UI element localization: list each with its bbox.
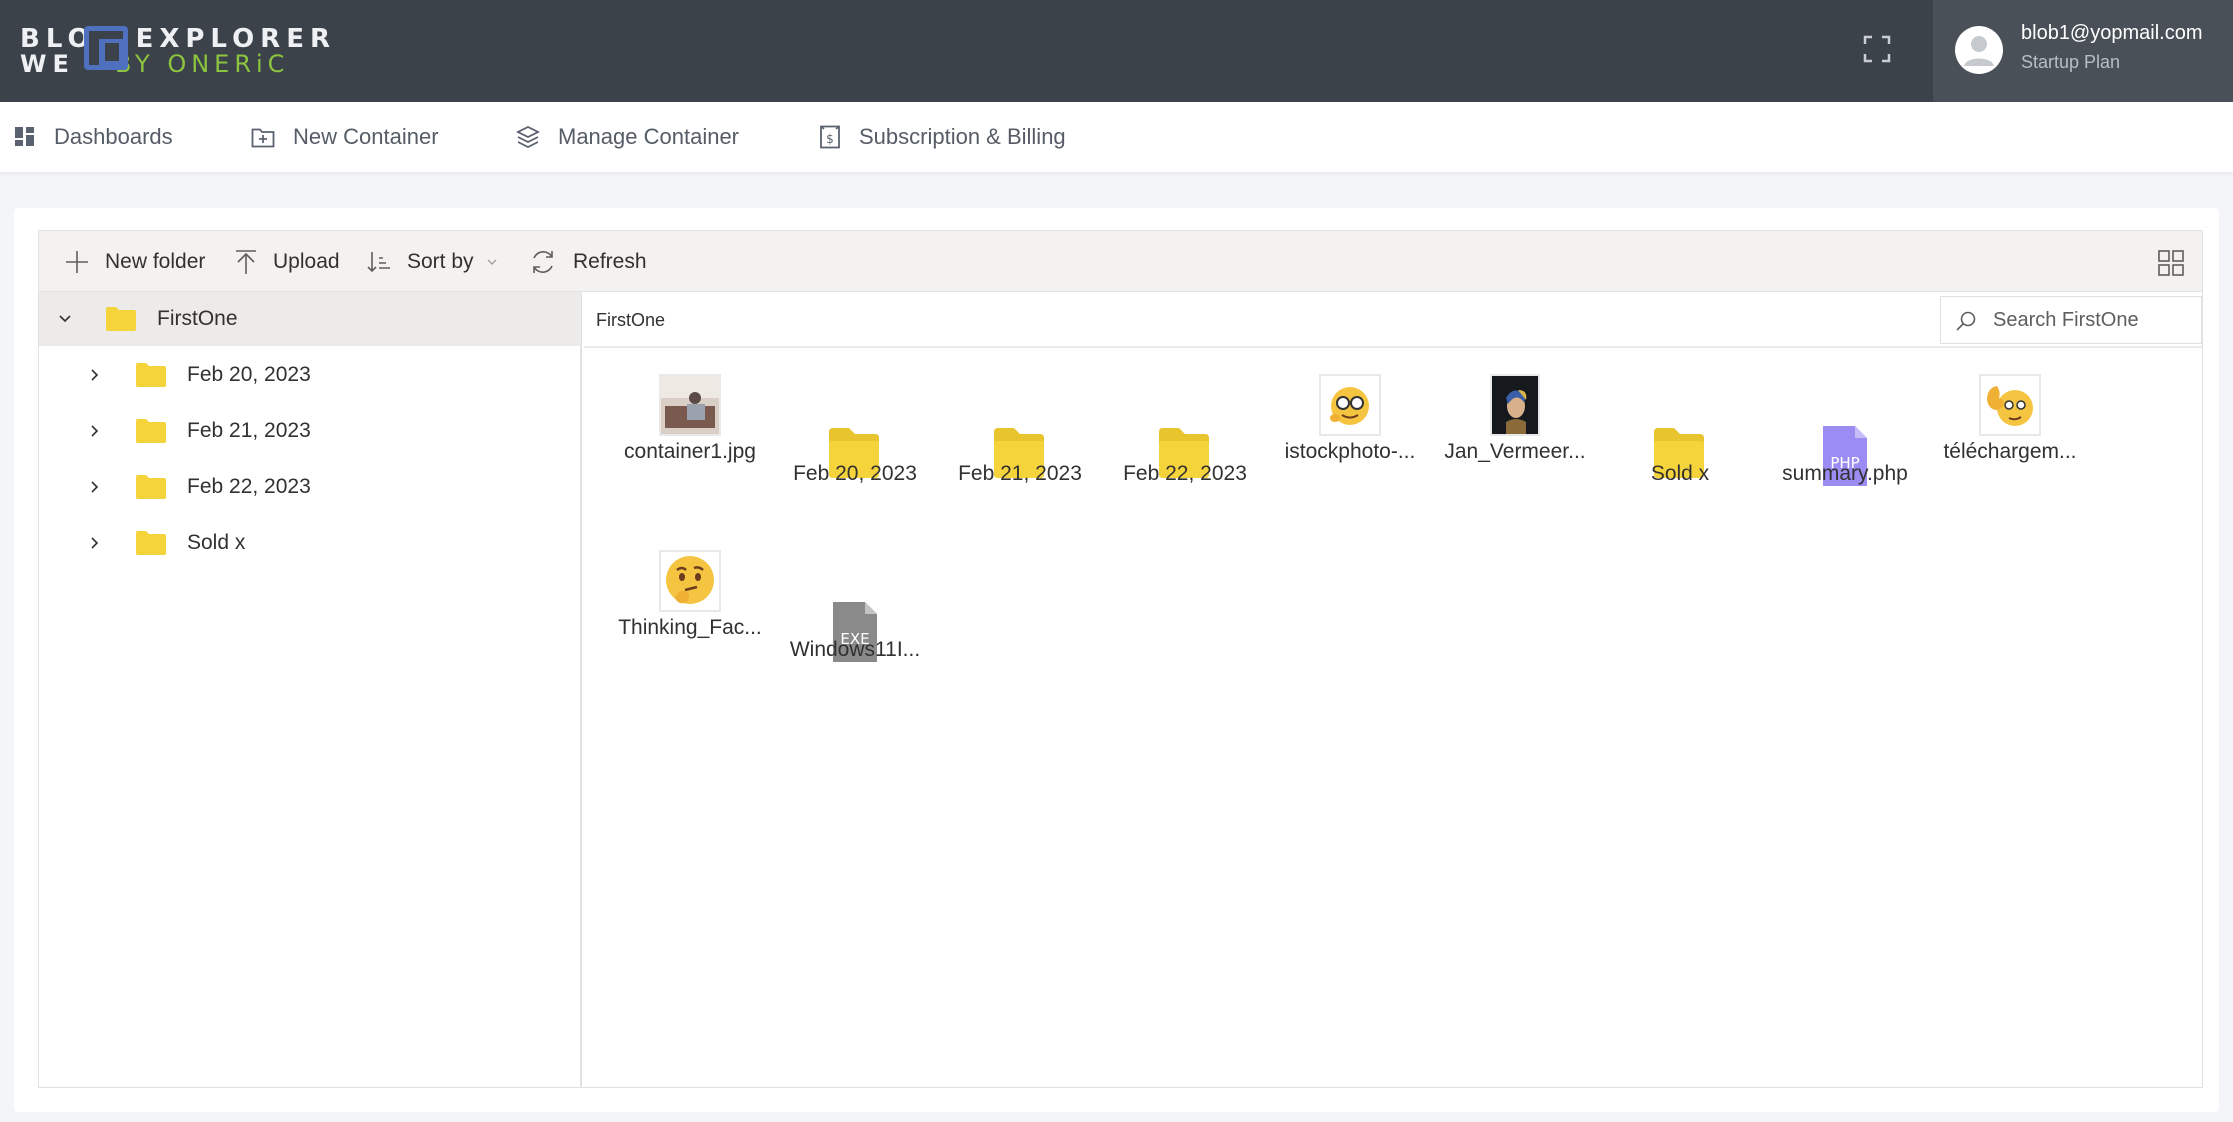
search-box[interactable]	[1940, 296, 2202, 344]
user-menu[interactable]: blob1@yopmail.com Startup Plan	[1933, 0, 2233, 102]
chevron-right-icon[interactable]	[87, 367, 103, 383]
thinking-emoji-icon	[661, 552, 719, 610]
nav-new-container[interactable]: New Container	[251, 102, 439, 172]
file-name: Feb 20, 2023	[793, 462, 917, 485]
folder-icon	[136, 363, 166, 387]
image-thumbnail	[659, 550, 721, 612]
main-nav: Dashboards New Container Manage Containe…	[0, 102, 2233, 172]
thumbs-up-emoji-icon	[1981, 376, 2039, 434]
upload-button[interactable]: Upload	[235, 231, 340, 293]
tree-node-feb-20[interactable]: Feb 20, 2023	[39, 348, 581, 402]
image-thumbnail	[1490, 374, 1540, 436]
user-plan: Startup Plan	[2021, 52, 2121, 72]
file-item-feb-20[interactable]: Feb 20, 2023	[780, 374, 930, 524]
breadcrumb-bar: FirstOne	[584, 292, 2202, 348]
plus-icon	[66, 251, 88, 273]
file-name: container1.jpg	[624, 440, 756, 463]
file-content-area: FirstOne Search FirstOne container1.jpg …	[584, 292, 2202, 1087]
tree-node-feb-22[interactable]: Feb 22, 2023	[39, 460, 581, 514]
file-item-summary-php[interactable]: PHP summary.php	[1770, 374, 1920, 524]
file-item-jan-vermeer[interactable]: Jan_Vermeer...	[1440, 374, 1590, 524]
tree-node-root[interactable]: FirstOne	[39, 292, 581, 346]
nav-manage-container[interactable]: Manage Container	[516, 102, 739, 172]
nav-dashboards[interactable]: Dashboards	[14, 102, 173, 172]
tree-node-feb-21[interactable]: Feb 21, 2023	[39, 404, 581, 458]
folder-icon	[106, 307, 136, 331]
search-input[interactable]	[1993, 297, 2193, 343]
chevron-right-icon[interactable]	[87, 535, 103, 551]
top-header: BLO EXPLORER WE BY ONERiC blob1@yopmail.co…	[0, 0, 2233, 102]
refresh-button[interactable]: Refresh	[529, 231, 647, 293]
tree-node-label: Feb 21, 2023	[187, 419, 311, 442]
tree-node-sold-x[interactable]: Sold x	[39, 516, 581, 570]
fullscreen-icon[interactable]	[1862, 34, 1892, 64]
file-name: Windows11I...	[789, 638, 921, 661]
file-item-feb-21[interactable]: Feb 21, 2023	[945, 374, 1095, 524]
file-name: istockphoto-...	[1284, 440, 1416, 463]
add-container-icon	[251, 128, 275, 148]
painting-thumbnail-icon	[1492, 376, 1538, 434]
refresh-icon	[533, 251, 553, 273]
file-item-windows11[interactable]: EXE Windows11I...	[780, 550, 930, 700]
folder-icon	[136, 419, 166, 443]
tree-node-label: Feb 20, 2023	[187, 363, 311, 386]
dashboard-icon	[15, 127, 34, 146]
file-name: Feb 21, 2023	[958, 462, 1082, 485]
breadcrumb[interactable]: FirstOne	[596, 310, 665, 331]
file-name: Jan_Vermeer...	[1444, 440, 1586, 463]
file-toolbar: New folder Upload Sort by Refresh	[38, 230, 2203, 292]
file-item-istockphoto[interactable]: istockphoto-...	[1275, 374, 1425, 524]
sort-icon	[367, 252, 390, 273]
chevron-right-icon[interactable]	[87, 479, 103, 495]
file-name: téléchargem...	[1943, 440, 2077, 463]
upload-icon	[236, 250, 256, 274]
user-avatar-icon	[1964, 36, 1994, 66]
file-name: Feb 22, 2023	[1123, 462, 1247, 485]
file-name: Sold x	[1650, 462, 1710, 485]
file-item-thinking-face[interactable]: Thinking_Fac...	[615, 550, 765, 700]
layers-icon	[516, 125, 540, 149]
image-thumbnail	[659, 374, 721, 436]
image-thumbnail	[1979, 374, 2041, 436]
folder-icon	[136, 475, 166, 499]
file-item-feb-22[interactable]: Feb 22, 2023	[1110, 374, 1260, 524]
search-icon	[1956, 311, 1976, 331]
nav-subscription-billing[interactable]: $ Subscription & Billing	[819, 102, 1066, 172]
blob-explorer-logo[interactable]: BLO EXPLORER WE BY ONERiC	[20, 22, 330, 78]
avatar	[1955, 26, 2003, 74]
logo-mark-icon	[84, 26, 128, 70]
nerd-emoji-icon	[1321, 376, 1379, 434]
photo-thumbnail-icon	[661, 376, 719, 434]
chevron-down-icon[interactable]	[57, 311, 73, 327]
file-name: summary.php	[1782, 462, 1908, 485]
folder-tree: FirstOne Feb 20, 2023 Feb 21, 2023 Feb 2…	[39, 292, 582, 1087]
user-email: blob1@yopmail.com	[2021, 22, 2203, 44]
file-manager-panel: New folder Upload Sort by Refresh FirstO…	[14, 208, 2219, 1112]
file-item-sold-x[interactable]: Sold x	[1605, 374, 1755, 524]
chevron-right-icon[interactable]	[87, 423, 103, 439]
tree-node-label: Feb 22, 2023	[187, 475, 311, 498]
file-name: Thinking_Fac...	[618, 616, 762, 639]
file-item-telechargement[interactable]: téléchargem...	[1935, 374, 2085, 524]
file-manager-body: FirstOne Feb 20, 2023 Feb 21, 2023 Feb 2…	[38, 292, 2203, 1088]
svg-text:$: $	[826, 132, 834, 146]
file-item-container1[interactable]: container1.jpg	[615, 374, 765, 524]
image-thumbnail	[1319, 374, 1381, 436]
tree-node-label: Sold x	[187, 531, 246, 554]
new-folder-button[interactable]: New folder	[65, 231, 205, 293]
billing-icon: $	[820, 125, 840, 149]
folder-icon	[136, 531, 166, 555]
chevron-down-icon	[487, 259, 497, 265]
tree-node-label: FirstOne	[157, 307, 238, 330]
grid-view-icon[interactable]	[2157, 249, 2185, 277]
sort-by-button[interactable]: Sort by	[367, 231, 498, 293]
